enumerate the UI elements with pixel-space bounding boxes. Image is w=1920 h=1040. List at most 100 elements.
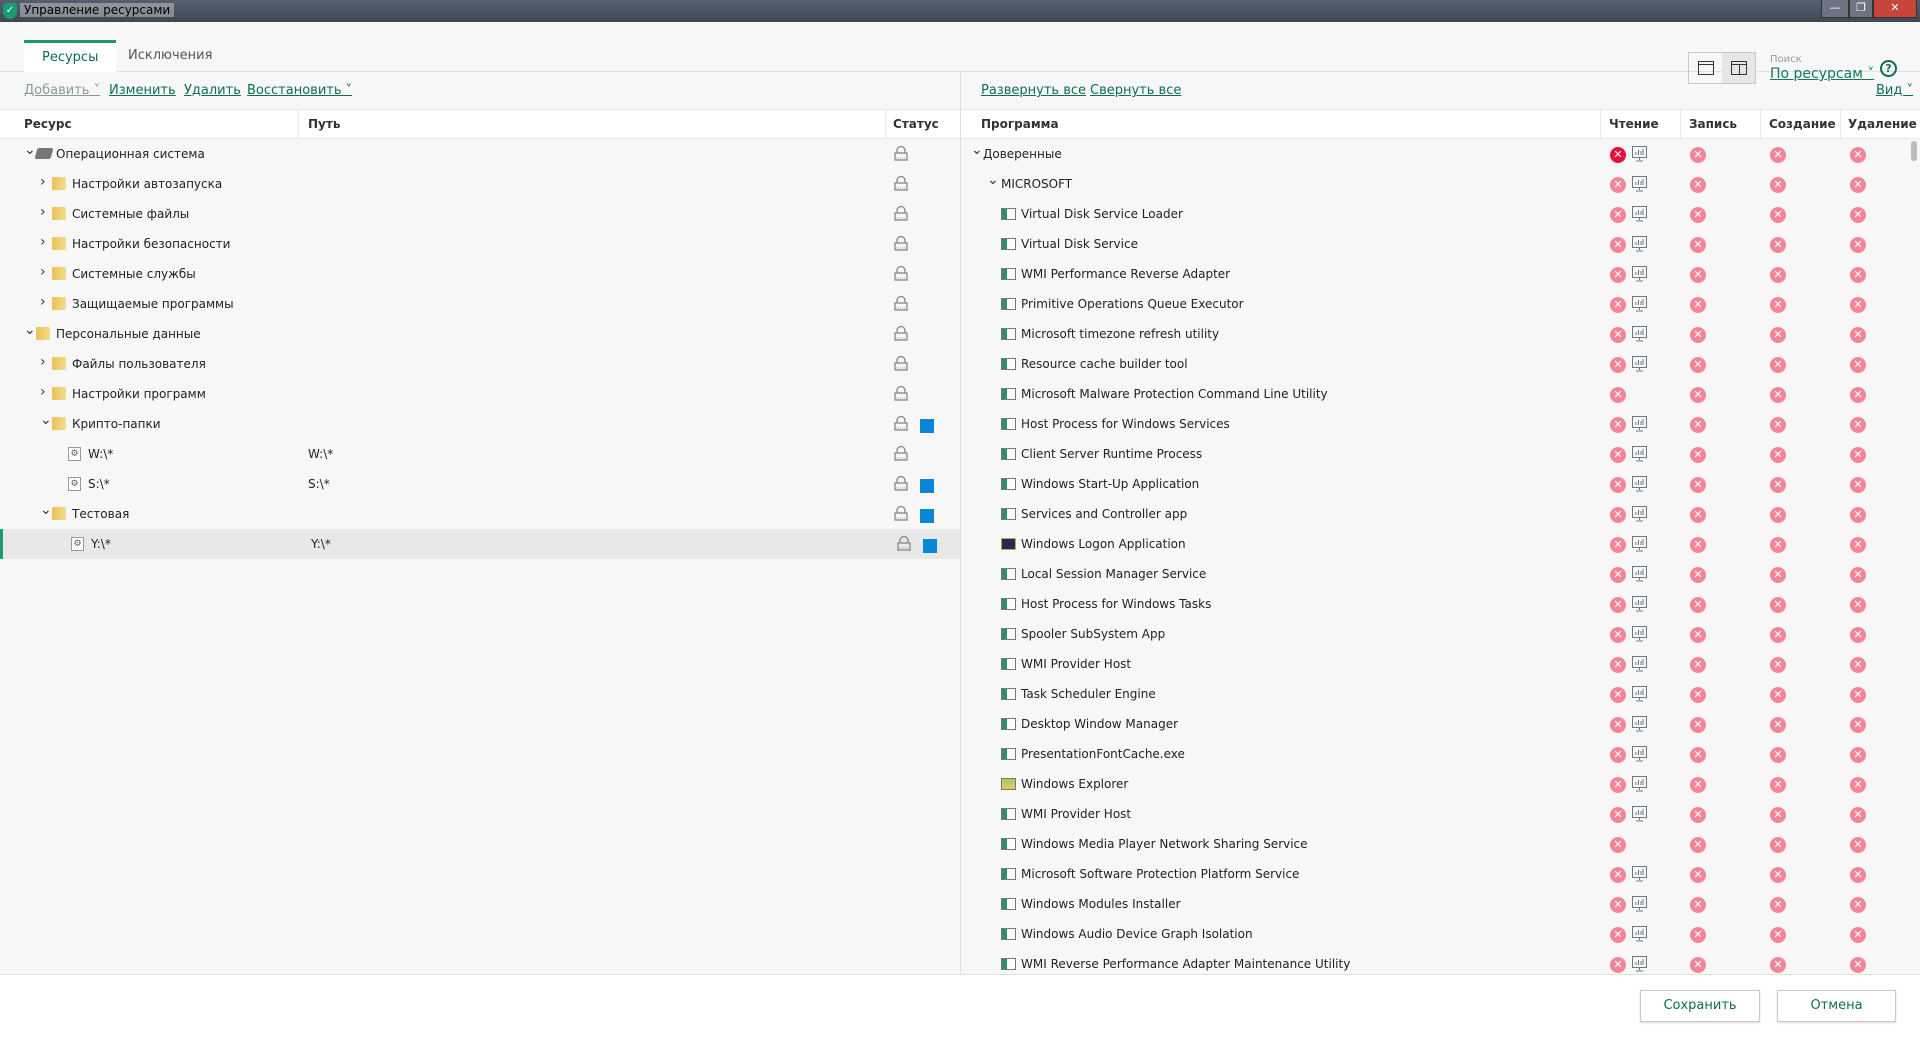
read-deny-icon[interactable]: ✕ (1610, 867, 1626, 883)
read-deny-icon[interactable]: ✕ (1610, 897, 1626, 913)
read-deny-icon[interactable]: ✕ (1610, 447, 1626, 463)
column-create[interactable]: Создание (1769, 117, 1836, 131)
write-deny-icon[interactable]: ✕ (1690, 387, 1706, 403)
delete-button[interactable]: Удалить (184, 83, 241, 98)
create-deny-icon[interactable]: ✕ (1770, 357, 1786, 373)
program-row[interactable]: Windows Modules Installer ✕ ✕ ✕ ✕ (961, 889, 1920, 919)
program-row[interactable]: Microsoft Software Protection Platform S… (961, 859, 1920, 889)
read-deny-icon[interactable]: ✕ (1610, 237, 1626, 253)
split-pane-view-button[interactable] (1722, 53, 1755, 83)
resource-row[interactable]: ⚙ W:\* W:\* (0, 439, 960, 469)
monitor-log-icon[interactable] (1632, 296, 1647, 312)
program-row[interactable]: Virtual Disk Service Loader ✕ ✕ ✕ ✕ (961, 199, 1920, 229)
delete-deny-icon[interactable]: ✕ (1850, 537, 1866, 553)
write-deny-icon[interactable]: ✕ (1690, 417, 1706, 433)
resource-row[interactable]: › Настройки безопасности (0, 229, 960, 259)
monitor-log-icon[interactable] (1632, 506, 1647, 522)
monitor-log-icon[interactable] (1632, 416, 1647, 432)
program-row[interactable]: Primitive Operations Queue Executor ✕ ✕ ✕ ✕ (961, 289, 1920, 319)
create-deny-icon[interactable]: ✕ (1770, 897, 1786, 913)
delete-deny-icon[interactable]: ✕ (1850, 597, 1866, 613)
read-deny-icon[interactable]: ✕ (1610, 207, 1626, 223)
create-deny-icon[interactable]: ✕ (1770, 627, 1786, 643)
program-row[interactable]: PresentationFontCache.exe ✕ ✕ ✕ ✕ (961, 739, 1920, 769)
delete-deny-icon[interactable]: ✕ (1850, 837, 1866, 853)
monitor-log-icon[interactable] (1632, 536, 1647, 552)
chevron-right-icon[interactable]: › (40, 174, 46, 190)
monitor-log-icon[interactable] (1632, 626, 1647, 642)
monitor-log-icon[interactable] (1632, 176, 1647, 192)
resource-row[interactable]: ⌄ Тестовая (0, 499, 960, 529)
column-path[interactable]: Путь (308, 117, 340, 131)
minimize-button[interactable]: — (1821, 0, 1849, 18)
write-deny-icon[interactable]: ✕ (1690, 807, 1706, 823)
program-row[interactable]: Host Process for Windows Tasks ✕ ✕ ✕ ✕ (961, 589, 1920, 619)
delete-deny-icon[interactable]: ✕ (1850, 207, 1866, 223)
create-deny-icon[interactable]: ✕ (1770, 807, 1786, 823)
monitor-log-icon[interactable] (1632, 566, 1647, 582)
create-deny-icon[interactable]: ✕ (1770, 417, 1786, 433)
delete-deny-icon[interactable]: ✕ (1850, 657, 1866, 673)
single-pane-view-button[interactable] (1689, 53, 1722, 83)
read-deny-icon[interactable]: ✕ (1610, 747, 1626, 763)
read-deny-icon[interactable]: ✕ (1610, 177, 1626, 193)
delete-deny-icon[interactable]: ✕ (1850, 897, 1866, 913)
write-deny-icon[interactable]: ✕ (1690, 147, 1706, 163)
program-row[interactable]: WMI Provider Host ✕ ✕ ✕ ✕ (961, 799, 1920, 829)
write-deny-icon[interactable]: ✕ (1690, 657, 1706, 673)
program-row[interactable]: Microsoft timezone refresh utility ✕ ✕ ✕ ✕ (961, 319, 1920, 349)
read-deny-icon[interactable]: ✕ (1610, 927, 1626, 943)
delete-deny-icon[interactable]: ✕ (1850, 927, 1866, 943)
delete-deny-icon[interactable]: ✕ (1850, 627, 1866, 643)
search-mode-dropdown[interactable]: По ресурсам ˅ (1770, 66, 1874, 82)
monitor-log-icon[interactable] (1632, 146, 1647, 162)
write-deny-icon[interactable]: ✕ (1690, 357, 1706, 373)
column-delete[interactable]: Удаление (1848, 117, 1917, 131)
program-row[interactable]: Client Server Runtime Process ✕ ✕ ✕ ✕ (961, 439, 1920, 469)
program-row[interactable]: Desktop Window Manager ✕ ✕ ✕ ✕ (961, 709, 1920, 739)
delete-deny-icon[interactable]: ✕ (1850, 687, 1866, 703)
monitor-log-icon[interactable] (1632, 596, 1647, 612)
monitor-log-icon[interactable] (1632, 206, 1647, 222)
tab-exclusions[interactable]: Исключения (110, 40, 230, 72)
resource-row[interactable]: › Защищаемые программы (0, 289, 960, 319)
column-resource[interactable]: Ресурс (24, 117, 72, 131)
tab-resources[interactable]: Ресурсы (24, 40, 117, 72)
delete-deny-icon[interactable]: ✕ (1850, 417, 1866, 433)
monitor-log-icon[interactable] (1632, 236, 1647, 252)
add-button[interactable]: Добавить ˅ (24, 83, 100, 98)
delete-deny-icon[interactable]: ✕ (1850, 447, 1866, 463)
monitor-log-icon[interactable] (1632, 656, 1647, 672)
write-deny-icon[interactable]: ✕ (1690, 477, 1706, 493)
program-row[interactable]: Windows Start-Up Application ✕ ✕ ✕ ✕ (961, 469, 1920, 499)
write-deny-icon[interactable]: ✕ (1690, 507, 1706, 523)
program-row[interactable]: Microsoft Malware Protection Command Lin… (961, 379, 1920, 409)
group-row[interactable]: ⌄ Доверенные ✕ ✕ ✕ ✕ (961, 139, 1920, 169)
create-deny-icon[interactable]: ✕ (1770, 837, 1786, 853)
column-read[interactable]: Чтение (1609, 117, 1659, 131)
close-button[interactable]: ✕ (1873, 0, 1917, 18)
monitor-log-icon[interactable] (1632, 896, 1647, 912)
delete-deny-icon[interactable]: ✕ (1850, 747, 1866, 763)
delete-deny-icon[interactable]: ✕ (1850, 867, 1866, 883)
create-deny-icon[interactable]: ✕ (1770, 447, 1786, 463)
delete-deny-icon[interactable]: ✕ (1850, 807, 1866, 823)
maximize-button[interactable]: ❐ (1849, 0, 1873, 18)
create-deny-icon[interactable]: ✕ (1770, 567, 1786, 583)
write-deny-icon[interactable]: ✕ (1690, 687, 1706, 703)
write-deny-icon[interactable]: ✕ (1690, 777, 1706, 793)
monitor-log-icon[interactable] (1632, 746, 1647, 762)
delete-deny-icon[interactable]: ✕ (1850, 507, 1866, 523)
read-deny-icon[interactable]: ✕ (1610, 327, 1626, 343)
chevron-down-icon[interactable]: ⌄ (40, 412, 52, 428)
create-deny-icon[interactable]: ✕ (1770, 477, 1786, 493)
delete-deny-icon[interactable]: ✕ (1850, 177, 1866, 193)
write-deny-icon[interactable]: ✕ (1690, 237, 1706, 253)
monitor-log-icon[interactable] (1632, 866, 1647, 882)
resource-row[interactable]: › Файлы пользователя (0, 349, 960, 379)
create-deny-icon[interactable]: ✕ (1770, 597, 1786, 613)
monitor-log-icon[interactable] (1632, 716, 1647, 732)
program-row[interactable]: Spooler SubSystem App ✕ ✕ ✕ ✕ (961, 619, 1920, 649)
read-deny-icon[interactable]: ✕ (1610, 417, 1626, 433)
delete-deny-icon[interactable]: ✕ (1850, 297, 1866, 313)
